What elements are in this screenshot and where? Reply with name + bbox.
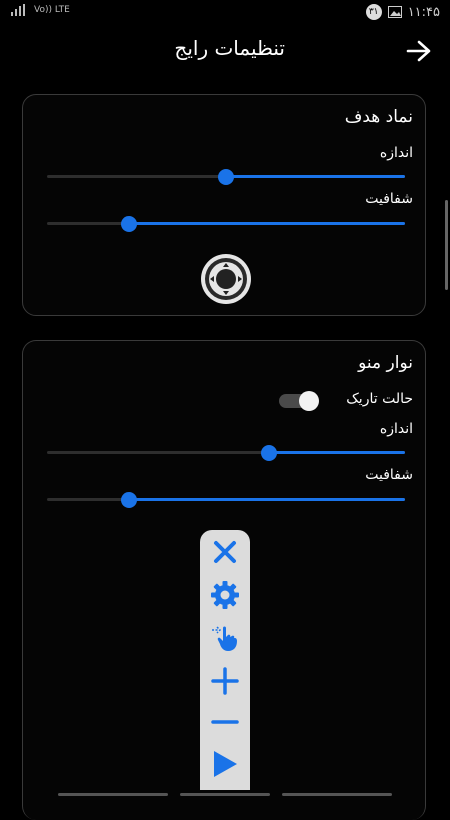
slider-fill: [129, 498, 405, 501]
volte-label: Vo)) LTE: [34, 5, 70, 15]
menu-close-button[interactable]: [200, 532, 250, 572]
target-size-label: اندازه: [379, 145, 413, 161]
target-size-slider[interactable]: [47, 169, 405, 185]
gallery-icon: [387, 6, 402, 18]
target-opacity-slider[interactable]: [47, 216, 405, 232]
toggle-knob: [299, 391, 319, 411]
slider-fill: [226, 175, 405, 178]
play-icon: [214, 751, 237, 777]
nav-hint-right: [282, 793, 392, 796]
menu-play-button[interactable]: [200, 744, 250, 784]
menu-gesture-button[interactable]: [200, 618, 250, 658]
dark-mode-toggle[interactable]: [279, 391, 319, 411]
slider-thumb[interactable]: [121, 492, 138, 508]
target-crosshair-icon: [201, 254, 251, 304]
status-bar: Vo)) LTE ۳۱ ۱۱:۴۵: [0, 0, 450, 24]
page-title: تنظیمات رایج: [174, 36, 285, 60]
slider-thumb[interactable]: [121, 216, 138, 232]
menu-size-slider[interactable]: [47, 445, 405, 461]
status-left: Vo)) LTE: [10, 4, 70, 16]
target-card-title: نماد هدف: [344, 107, 413, 127]
slider-thumb[interactable]: [218, 169, 234, 185]
arrow-right-icon: [406, 40, 431, 62]
notification-badge: ۳۱: [365, 4, 382, 20]
gear-icon: [211, 581, 239, 609]
menu-bar-preview: [200, 530, 250, 790]
app-bar: تنظیمات رایج: [0, 24, 450, 78]
nav-hint-center: [180, 793, 270, 796]
target-opacity-label: شفافیت: [365, 191, 413, 207]
slider-fill: [129, 222, 405, 225]
menu-zoom-out-button[interactable]: [200, 702, 250, 742]
status-right: ۳۱ ۱۱:۴۵: [365, 4, 440, 20]
menu-card-title: نوار منو: [358, 353, 413, 373]
dark-mode-label: حالت تاریک: [346, 391, 413, 407]
nav-hint-left: [58, 793, 168, 796]
plus-icon: [211, 667, 239, 695]
menu-opacity-label: شفافیت: [365, 467, 413, 483]
menu-zoom-in-button[interactable]: [200, 661, 250, 701]
slider-thumb[interactable]: [260, 445, 277, 461]
signal-icon: [11, 4, 25, 16]
scroll-indicator[interactable]: [445, 200, 448, 290]
target-symbol-card: نماد هدف اندازه شفافیت: [22, 94, 426, 316]
slider-fill: [268, 451, 405, 454]
status-time: ۱۱:۴۵: [407, 4, 440, 20]
close-icon: [214, 541, 236, 563]
tap-gesture-icon: [212, 626, 237, 651]
menu-settings-button[interactable]: [200, 575, 250, 615]
menu-size-label: اندازه: [379, 421, 413, 437]
menu-opacity-slider[interactable]: [47, 492, 405, 508]
minus-icon: [211, 720, 239, 724]
back-button[interactable]: [404, 36, 434, 66]
